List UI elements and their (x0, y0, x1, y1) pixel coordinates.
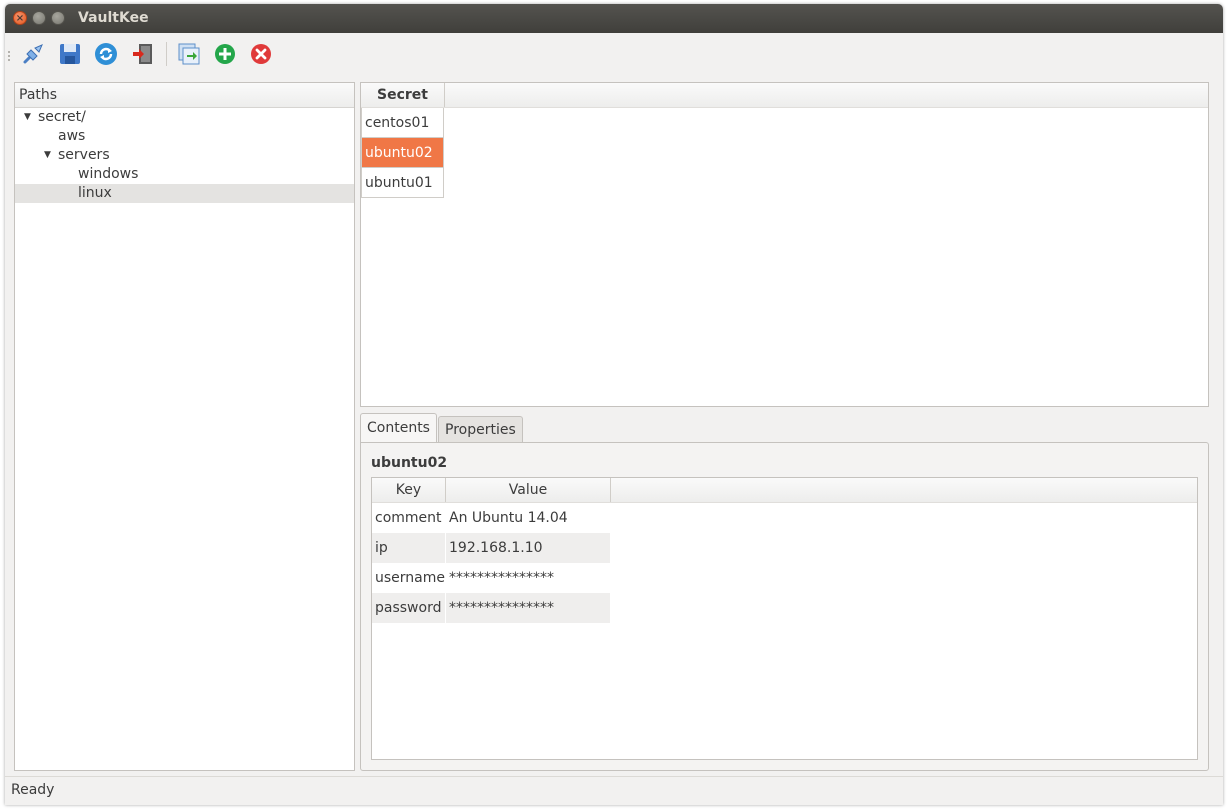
contents-panel: ubuntu02 Key Value comment An Ubuntu 14.… (360, 442, 1209, 771)
tree-item-secret[interactable]: ▼ secret/ (15, 108, 354, 127)
minimize-window-button[interactable] (32, 11, 46, 25)
save-icon[interactable] (58, 42, 82, 66)
key-value-header: Key Value (372, 478, 1197, 503)
status-divider (5, 776, 1223, 777)
exit-icon[interactable] (131, 42, 155, 66)
tree-item-label: linux (78, 185, 112, 201)
tab-properties[interactable]: Properties (438, 416, 523, 442)
secret-title: ubuntu02 (371, 455, 448, 471)
tree-item-label: servers (58, 147, 110, 163)
key-value-table: Key Value comment An Ubuntu 14.04 server… (371, 477, 1198, 760)
tree-item-label: windows (78, 166, 139, 182)
maximize-window-button[interactable] (51, 11, 65, 25)
paths-header: Paths (15, 83, 354, 108)
toolbar (5, 34, 1223, 74)
row-key: ip (375, 540, 388, 556)
expand-arrow-icon[interactable]: ▼ (44, 146, 51, 165)
tree-item-windows[interactable]: windows (15, 165, 354, 184)
tree-item-label: secret/ (38, 109, 86, 125)
row-value: *************** (449, 570, 554, 586)
title-bar: × VaultKee (5, 4, 1223, 33)
row-value: 192.168.1.10 (449, 540, 543, 556)
cell-divider (445, 533, 446, 563)
toolbar-grip[interactable] (8, 51, 13, 61)
column-header-value[interactable]: Value (446, 478, 611, 502)
cell-divider (445, 593, 446, 623)
secret-list-panel: Secret centos01 ubuntu02 ubuntu01 (360, 82, 1209, 407)
tree-item-aws[interactable]: aws (15, 127, 354, 146)
row-value: *************** (449, 600, 554, 616)
secret-item-ubuntu01[interactable]: ubuntu01 (361, 168, 444, 198)
toolbar-separator (166, 42, 167, 66)
table-row[interactable]: password *************** (372, 593, 610, 623)
status-bar-text: Ready (11, 782, 55, 798)
table-row[interactable]: comment An Ubuntu 14.04 server (372, 503, 610, 556)
secret-list-header: Secret (361, 83, 1208, 108)
tree-item-label: aws (58, 128, 86, 144)
column-header-key[interactable]: Key (372, 478, 446, 502)
add-icon[interactable] (213, 42, 237, 66)
window-title: VaultKee (78, 10, 149, 26)
tree-item-linux[interactable]: linux (15, 184, 354, 203)
row-key: password (375, 600, 442, 616)
refresh-icon[interactable] (94, 42, 118, 66)
delete-icon[interactable] (249, 42, 273, 66)
expand-arrow-icon[interactable]: ▼ (24, 108, 31, 127)
row-key: comment (375, 510, 442, 526)
paths-tree-panel: Paths ▼ secret/ aws ▼ servers windows li… (14, 82, 355, 771)
tree-item-servers[interactable]: ▼ servers (15, 146, 354, 165)
app-window: × VaultKee Paths ▼ secret/ aws ▼ servers… (5, 4, 1223, 805)
table-row[interactable]: ip 192.168.1.10 (372, 533, 610, 563)
connect-icon[interactable] (21, 42, 45, 66)
secret-item-ubuntu02[interactable]: ubuntu02 (361, 138, 444, 168)
column-header-secret[interactable]: Secret (361, 83, 445, 107)
close-window-button[interactable]: × (13, 11, 27, 25)
table-row[interactable]: username *************** (372, 563, 610, 593)
copy-icon[interactable] (177, 42, 201, 66)
row-key: username (375, 570, 445, 586)
secret-item-centos01[interactable]: centos01 (361, 108, 444, 138)
tab-contents[interactable]: Contents (360, 413, 437, 443)
